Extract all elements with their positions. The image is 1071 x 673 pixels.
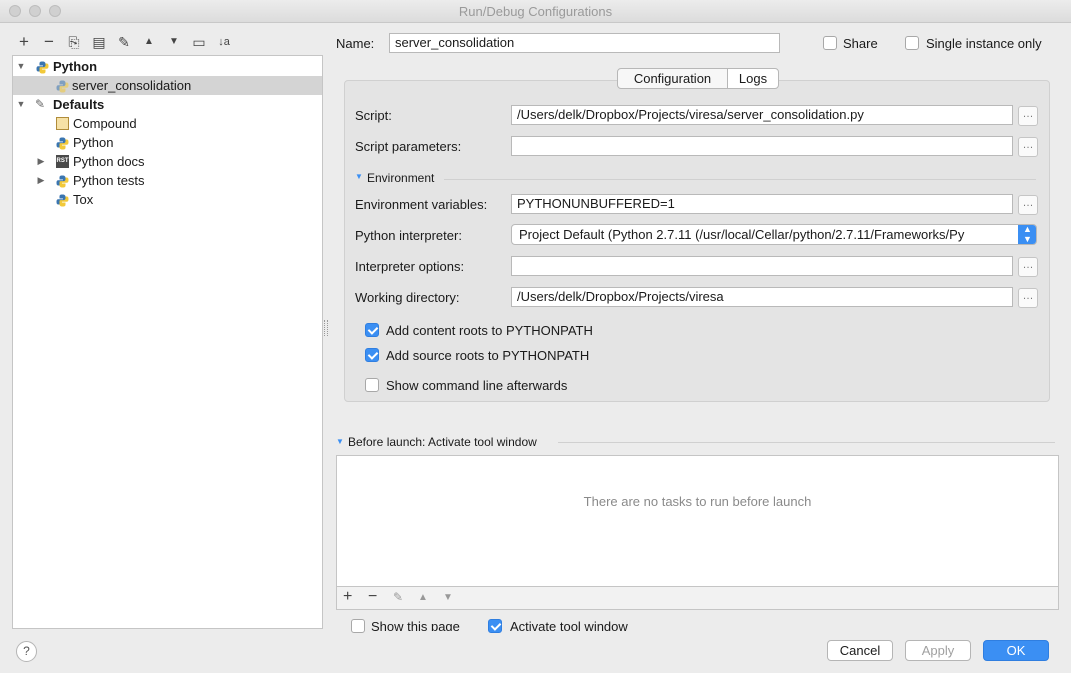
tree-node-python-tests[interactable]: ▶ Python tests bbox=[13, 171, 322, 190]
python-tests-icon bbox=[56, 174, 69, 188]
show-command-line-checkbox[interactable] bbox=[365, 378, 379, 392]
cancel-button[interactable]: Cancel bbox=[827, 640, 893, 661]
expanded-arrow-icon[interactable]: ▼ bbox=[16, 57, 26, 76]
python-interpreter-select[interactable]: Project Default (Python 2.7.11 (/usr/loc… bbox=[511, 224, 1037, 245]
apply-button[interactable]: Apply bbox=[905, 640, 971, 661]
name-label: Name: bbox=[336, 36, 375, 51]
collapsed-arrow-icon[interactable]: ▶ bbox=[36, 152, 46, 171]
tree-node-tox[interactable]: Tox bbox=[13, 190, 322, 209]
script-input[interactable]: /Users/delk/Dropbox/Projects/viresa/serv… bbox=[511, 105, 1013, 125]
environment-collapse-icon[interactable]: ▼ bbox=[355, 172, 363, 181]
edit-defaults-icon[interactable]: ✎ bbox=[115, 33, 133, 51]
python-interpreter-label: Python interpreter: bbox=[355, 228, 462, 243]
before-launch-header: Before launch: Activate tool window bbox=[348, 435, 537, 449]
show-command-line-label: Show command line afterwards bbox=[386, 378, 568, 393]
show-this-page-checkbox[interactable] bbox=[351, 619, 365, 633]
single-instance-checkbox[interactable] bbox=[905, 36, 919, 50]
interpreter-options-expand-button[interactable]: … bbox=[1018, 257, 1038, 277]
tree-node-python-default[interactable]: Python bbox=[13, 133, 322, 152]
before-launch-collapse-icon[interactable]: ▼ bbox=[336, 437, 344, 446]
working-directory-label: Working directory: bbox=[355, 290, 460, 305]
rst-docs-icon: RST bbox=[56, 155, 69, 168]
remove-task-icon[interactable]: − bbox=[368, 588, 377, 606]
environment-header: Environment bbox=[367, 171, 435, 185]
environment-divider bbox=[444, 179, 1036, 180]
expanded-arrow-icon[interactable]: ▼ bbox=[16, 95, 26, 114]
content-roots-label: Add content roots to PYTHONPATH bbox=[386, 323, 593, 338]
move-task-down-icon[interactable]: ▼ bbox=[443, 592, 453, 603]
python-icon bbox=[36, 60, 49, 74]
activate-tool-window-label: Activate tool window bbox=[510, 619, 628, 631]
python-file-icon bbox=[56, 79, 69, 93]
show-this-page-label: Show this page bbox=[371, 619, 460, 631]
tree-node-defaults[interactable]: ▼ ✎ Defaults bbox=[13, 95, 322, 114]
source-roots-checkbox[interactable] bbox=[365, 348, 379, 362]
add-task-icon[interactable]: + bbox=[343, 588, 352, 606]
compound-icon bbox=[56, 117, 69, 130]
script-parameters-expand-button[interactable]: … bbox=[1018, 137, 1038, 157]
tree-label-server-consolidation: server_consolidation bbox=[72, 78, 192, 93]
environment-variables-input[interactable]: PYTHONUNBUFFERED=1 bbox=[511, 194, 1013, 214]
edit-task-icon[interactable]: ✎ bbox=[393, 590, 403, 604]
before-launch-divider bbox=[558, 442, 1055, 443]
window-title: Run/Debug Configurations bbox=[458, 4, 613, 19]
tree-label-python-tests: Python tests bbox=[73, 173, 145, 188]
python-interpreter-value: Project Default (Python 2.7.11 (/usr/loc… bbox=[519, 227, 965, 242]
move-down-icon[interactable]: ▼ bbox=[165, 33, 183, 51]
tree-label-python-docs: Python docs bbox=[73, 154, 145, 169]
folder-icon[interactable]: ▭ bbox=[190, 33, 208, 51]
ok-button[interactable]: OK bbox=[983, 640, 1049, 661]
tab-configuration[interactable]: Configuration bbox=[617, 68, 728, 89]
share-label: Share bbox=[843, 36, 878, 51]
source-roots-label: Add source roots to PYTHONPATH bbox=[386, 348, 590, 363]
tree-label-python: Python bbox=[53, 59, 98, 74]
tree-node-python-docs[interactable]: ▶ RST Python docs bbox=[13, 152, 322, 171]
remove-configuration-button[interactable]: − bbox=[40, 33, 58, 51]
copy-configuration-icon[interactable]: ⎘ bbox=[65, 33, 83, 51]
script-parameters-label: Script parameters: bbox=[355, 139, 462, 154]
tree-label-python-default: Python bbox=[73, 135, 114, 150]
tree-node-python[interactable]: ▼ Python bbox=[13, 57, 322, 76]
collapsed-arrow-icon[interactable]: ▶ bbox=[36, 171, 46, 190]
tox-icon bbox=[56, 193, 69, 207]
content-roots-checkbox[interactable] bbox=[365, 323, 379, 337]
python-icon bbox=[56, 136, 69, 150]
interpreter-options-input[interactable] bbox=[511, 256, 1013, 276]
script-browse-button[interactable]: … bbox=[1018, 106, 1038, 126]
configuration-tree[interactable]: ▼ Python server_consolidation ▼ ✎ Defaul… bbox=[12, 55, 323, 629]
tree-label-tox: Tox bbox=[73, 192, 94, 207]
select-arrows-icon: ▲ ▼ bbox=[1018, 225, 1036, 244]
move-up-icon[interactable]: ▲ bbox=[140, 33, 158, 51]
interpreter-options-label: Interpreter options: bbox=[355, 259, 465, 274]
tree-label-defaults: Defaults bbox=[53, 97, 105, 112]
before-launch-toolbar: + − ✎ ▲ ▼ bbox=[336, 586, 1059, 610]
activate-tool-window-checkbox[interactable] bbox=[488, 619, 502, 633]
sort-alphabetically-icon[interactable]: ↓a bbox=[215, 33, 233, 51]
script-label: Script: bbox=[355, 108, 392, 123]
empty-tasks-message: There are no tasks to run before launch bbox=[583, 494, 812, 509]
tab-logs[interactable]: Logs bbox=[727, 68, 779, 89]
save-configuration-icon[interactable]: ▤ bbox=[90, 33, 108, 51]
splitter-handle[interactable] bbox=[324, 320, 328, 336]
name-input[interactable]: server_consolidation bbox=[389, 33, 780, 53]
environment-variables-edit-button[interactable]: … bbox=[1018, 195, 1038, 215]
title-bar: Run/Debug Configurations bbox=[0, 0, 1071, 23]
single-instance-label: Single instance only bbox=[926, 36, 1042, 51]
tree-node-server-consolidation[interactable]: server_consolidation bbox=[13, 76, 322, 95]
add-configuration-button[interactable]: + bbox=[15, 33, 33, 51]
share-checkbox[interactable] bbox=[823, 36, 837, 50]
tree-node-compound[interactable]: Compound bbox=[13, 114, 322, 133]
environment-variables-label: Environment variables: bbox=[355, 197, 488, 212]
move-task-up-icon[interactable]: ▲ bbox=[418, 592, 428, 603]
working-directory-browse-button[interactable]: … bbox=[1018, 288, 1038, 308]
working-directory-input[interactable]: /Users/delk/Dropbox/Projects/viresa bbox=[511, 287, 1013, 307]
tree-label-compound: Compound bbox=[73, 116, 137, 131]
wrench-icon: ✎ bbox=[35, 97, 46, 111]
help-button[interactable]: ? bbox=[16, 641, 37, 662]
script-parameters-input[interactable] bbox=[511, 136, 1013, 156]
